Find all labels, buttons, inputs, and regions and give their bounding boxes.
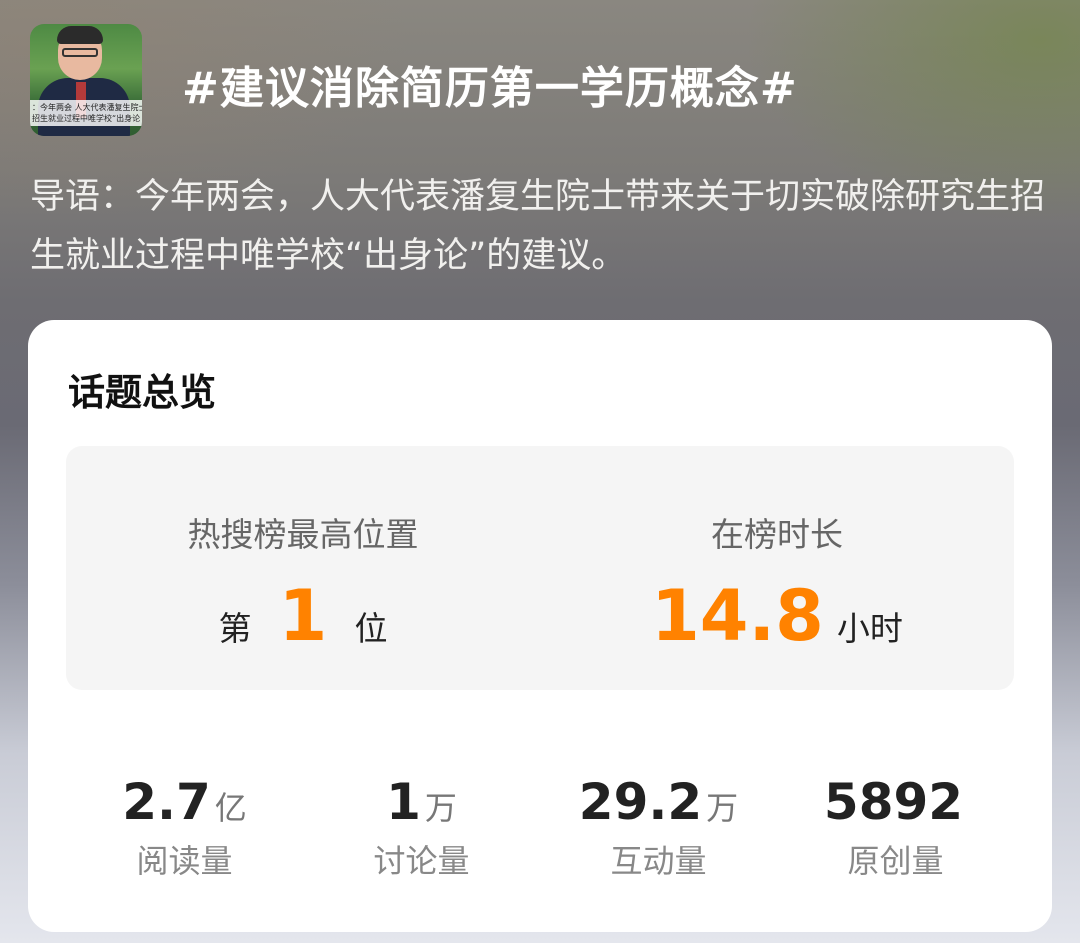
topic-header: ：今年两会 人大代表潘复生院士 招生就业过程中唯学校“出身论 #建议消除简历第一…	[30, 24, 1050, 136]
stat-reads-label: 阅读量	[136, 842, 233, 880]
time-on-list-value-line: 14.8 小时	[540, 580, 1014, 671]
highest-position-label: 热搜榜最高位置	[187, 515, 419, 554]
stat-originals: 5892 原创量	[777, 772, 1014, 882]
stat-originals-value: 5892	[823, 773, 964, 831]
stat-originals-label: 原创量	[847, 842, 944, 880]
highest-position-suffix: 位	[354, 609, 388, 648]
topic-overview-card: 话题总览 热搜榜最高位置 第 1 位 在榜时长 14.8 小时 2.7 亿 阅读量	[28, 320, 1052, 932]
card-title: 话题总览	[68, 371, 216, 414]
stat-originals-value-line: 5892	[777, 772, 1014, 832]
stat-interactions-value: 29.2	[578, 773, 703, 831]
stat-reads-value-line: 2.7 亿	[66, 772, 303, 832]
thumbnail-caption-line-2: 招生就业过程中唯学校“出身论	[32, 114, 141, 123]
stat-interactions-label: 互动量	[610, 842, 707, 880]
stat-interactions-unit: 万	[706, 789, 739, 827]
stat-discussions-unit: 万	[424, 789, 457, 827]
stat-discussions-value: 1	[386, 773, 421, 831]
stats-row: 2.7 亿 阅读量 1万 讨论量 29.2 万 互动量 5892 原创量	[66, 772, 1014, 882]
thumbnail-glasses	[62, 48, 98, 57]
highest-position-prefix: 第	[218, 609, 252, 648]
topic-thumbnail[interactable]: ：今年两会 人大代表潘复生院士 招生就业过程中唯学校“出身论	[30, 24, 142, 136]
time-on-list-label: 在榜时长	[711, 515, 843, 554]
stat-interactions: 29.2 万 互动量	[540, 772, 777, 882]
time-on-list-unit: 小时	[836, 609, 903, 648]
stat-interactions-value-line: 29.2 万	[540, 772, 777, 832]
stat-discussions-label: 讨论量	[373, 842, 470, 880]
thumbnail-caption-line-1: ：今年两会 人大代表潘复生院士	[32, 103, 142, 112]
stat-reads-unit: 亿	[214, 789, 247, 827]
stat-discussions-value-line: 1万	[303, 772, 540, 832]
highest-position-value: 1	[278, 575, 328, 657]
time-on-list-stat: 在榜时长 14.8 小时	[540, 446, 1014, 690]
highest-position-value-line: 第 1 位	[66, 580, 540, 671]
highest-position-stat: 热搜榜最高位置 第 1 位	[66, 446, 540, 690]
time-on-list-value: 14.8	[651, 575, 824, 657]
stat-reads-value: 2.7	[122, 773, 211, 831]
topic-title: #建议消除简历第一学历概念#	[182, 63, 798, 114]
stat-reads: 2.7 亿 阅读量	[66, 772, 303, 882]
ranking-panel: 热搜榜最高位置 第 1 位 在榜时长 14.8 小时	[66, 446, 1014, 690]
stat-discussions: 1万 讨论量	[303, 772, 540, 882]
topic-intro: 导语：今年两会，人大代表潘复生院士带来关于切实破除研究生招生就业过程中唯学校“出…	[30, 177, 1046, 276]
thumbnail-hair	[57, 26, 103, 44]
thumbnail-caption: ：今年两会 人大代表潘复生院士 招生就业过程中唯学校“出身论	[30, 100, 142, 126]
